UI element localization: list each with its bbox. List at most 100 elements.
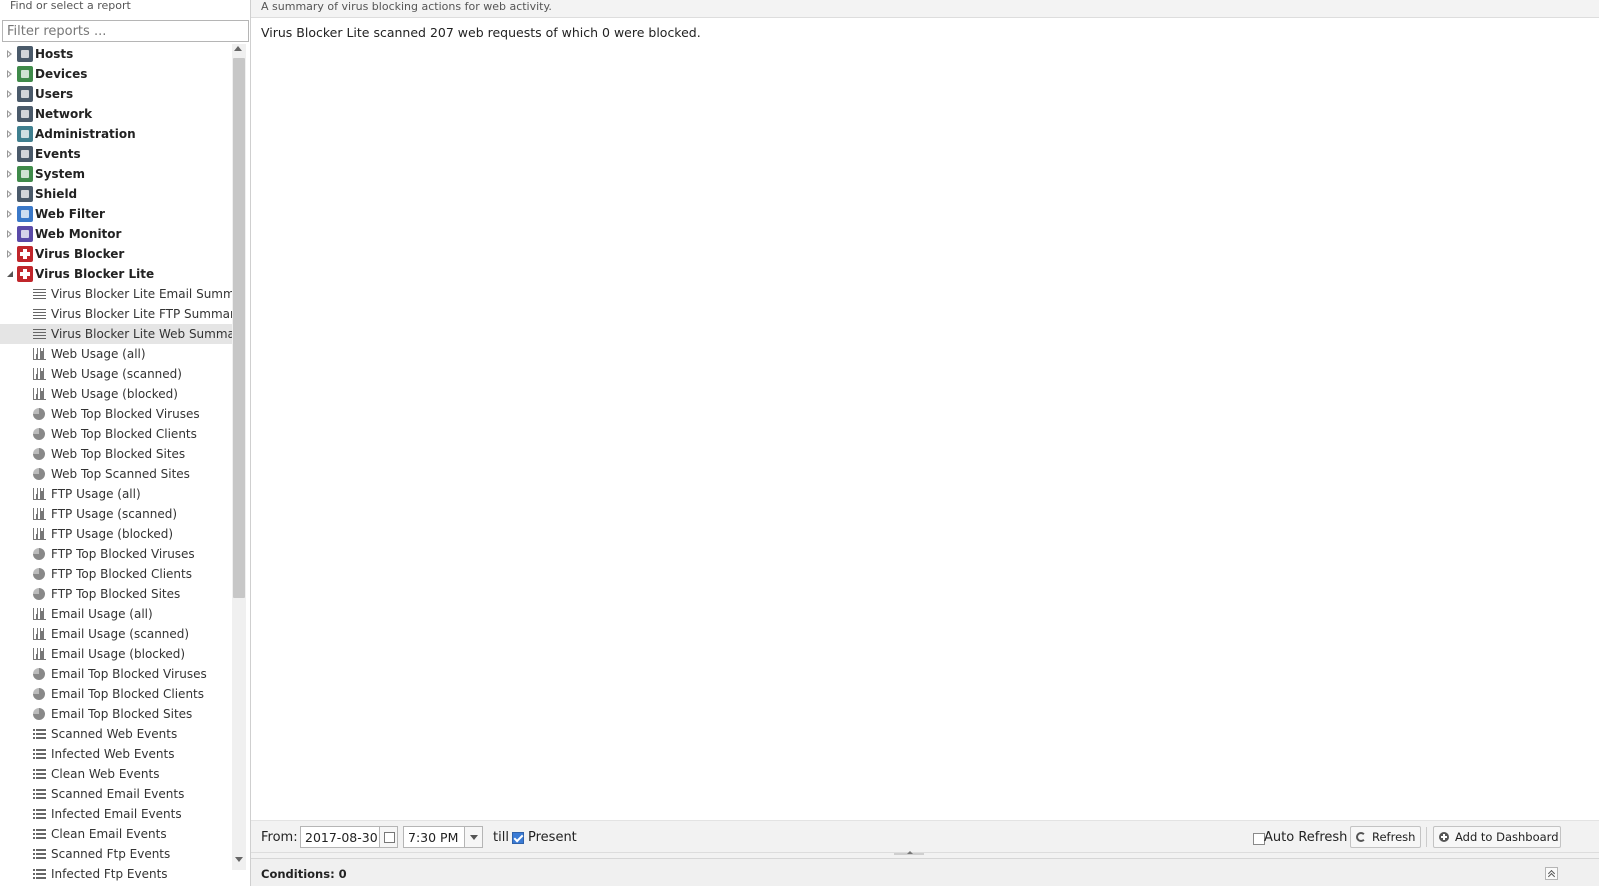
tree-report-item[interactable]: Scanned Web Events xyxy=(0,724,236,744)
tree-category-label: Users xyxy=(35,87,74,101)
tree-report-item[interactable]: Email Top Blocked Clients xyxy=(0,684,236,704)
collapsed-arrow-icon[interactable] xyxy=(5,224,15,244)
collapsed-arrow-icon[interactable] xyxy=(5,104,15,124)
tree-report-item[interactable]: Email Top Blocked Viruses xyxy=(0,664,236,684)
tree-category-virus-blocker[interactable]: Virus Blocker xyxy=(0,244,236,264)
tree-report-label: Email Top Blocked Viruses xyxy=(51,667,207,681)
tree-category-label: Events xyxy=(35,147,81,161)
collapsed-arrow-icon[interactable] xyxy=(5,184,15,204)
tree-report-item[interactable]: Infected Web Events xyxy=(0,744,236,764)
tree-category-shield[interactable]: Shield xyxy=(0,184,236,204)
collapsed-arrow-icon[interactable] xyxy=(5,84,15,104)
tree-report-label: Email Top Blocked Sites xyxy=(51,707,193,721)
collapsed-arrow-icon[interactable] xyxy=(5,204,15,224)
tree-report-item[interactable]: FTP Usage (blocked) xyxy=(0,524,236,544)
tree-report-item[interactable]: FTP Top Blocked Sites xyxy=(0,584,236,604)
tree-report-item[interactable]: Scanned Email Events xyxy=(0,784,236,804)
system-icon xyxy=(17,166,33,182)
tree-category-users[interactable]: Users xyxy=(0,84,236,104)
bar-chart-icon xyxy=(33,368,46,380)
bar-chart-icon xyxy=(33,528,46,540)
scroll-up-arrow-icon[interactable] xyxy=(234,46,242,51)
tree-report-item[interactable]: FTP Top Blocked Viruses xyxy=(0,544,236,564)
pie-chart-icon xyxy=(33,468,45,480)
tree-report-label: Scanned Email Events xyxy=(51,787,185,801)
refresh-button[interactable]: Refresh xyxy=(1350,826,1421,848)
add-to-dashboard-label: Add to Dashboard xyxy=(1455,830,1559,844)
text-report-icon xyxy=(33,289,46,299)
tree-report-item[interactable]: Virus Blocker Lite Email Summary xyxy=(0,284,236,304)
add-circle-icon xyxy=(1439,832,1449,842)
auto-refresh-label[interactable]: Auto Refresh xyxy=(1264,830,1347,845)
from-date-field[interactable]: 2017-08-30 xyxy=(300,826,398,848)
tree-report-item[interactable]: Infected Ftp Events xyxy=(0,864,236,884)
tree-category-administration[interactable]: Administration xyxy=(0,124,236,144)
tree-report-item[interactable]: FTP Usage (all) xyxy=(0,484,236,504)
pie-chart-icon xyxy=(33,668,45,680)
expand-panel-icon[interactable] xyxy=(1545,867,1558,880)
tree-category-system[interactable]: System xyxy=(0,164,236,184)
collapsed-arrow-icon[interactable] xyxy=(5,164,15,184)
filter-reports-input[interactable] xyxy=(2,20,249,42)
tree-report-item[interactable]: Virus Blocker Lite FTP Summary xyxy=(0,304,236,324)
tree-report-label: Web Usage (scanned) xyxy=(51,367,182,381)
sidebar-scrollbar[interactable] xyxy=(232,44,246,870)
tree-report-item[interactable]: Email Usage (blocked) xyxy=(0,644,236,664)
from-time-field[interactable]: 7:30 PM xyxy=(403,826,483,848)
tree-report-item[interactable]: Web Top Blocked Sites xyxy=(0,444,236,464)
tree-report-item[interactable]: Email Usage (scanned) xyxy=(0,624,236,644)
scroll-down-arrow-icon[interactable] xyxy=(235,857,243,862)
tree-report-item[interactable]: Web Top Scanned Sites xyxy=(0,464,236,484)
tree-report-item[interactable]: Virus Blocker Lite Web Summary xyxy=(0,324,236,344)
tree-report-item[interactable]: Web Usage (all) xyxy=(0,344,236,364)
pie-chart-icon xyxy=(33,428,45,440)
web-monitor-icon xyxy=(17,226,33,242)
collapsed-arrow-icon[interactable] xyxy=(5,64,15,84)
tree-category-hosts[interactable]: Hosts xyxy=(0,44,236,64)
bar-chart-icon xyxy=(33,608,46,620)
report-summary-text: Virus Blocker Lite scanned 207 web reque… xyxy=(261,25,701,40)
present-label[interactable]: Present xyxy=(528,830,577,845)
splitter-grip-icon[interactable] xyxy=(894,851,924,855)
tree-report-item[interactable]: FTP Top Blocked Clients xyxy=(0,564,236,584)
chevron-down-icon[interactable] xyxy=(464,827,482,847)
add-to-dashboard-button[interactable]: Add to Dashboard xyxy=(1433,826,1561,848)
till-label: till xyxy=(493,830,509,845)
tree-category-events[interactable]: Events xyxy=(0,144,236,164)
event-list-icon xyxy=(33,809,46,819)
pie-chart-icon xyxy=(33,408,45,420)
virus-blocker-lite-icon xyxy=(17,266,33,282)
tree-category-network[interactable]: Network xyxy=(0,104,236,124)
expanded-arrow-icon[interactable] xyxy=(5,264,15,284)
tree-report-item[interactable]: Web Usage (blocked) xyxy=(0,384,236,404)
tree-report-item[interactable]: Scanned Ftp Events xyxy=(0,844,236,864)
tree-report-item[interactable]: Clean Email Events xyxy=(0,824,236,844)
tree-category-label: Administration xyxy=(35,127,136,141)
tree-category-web-filter[interactable]: Web Filter xyxy=(0,204,236,224)
collapsed-arrow-icon[interactable] xyxy=(5,124,15,144)
scroll-thumb[interactable] xyxy=(233,58,245,598)
tree-category-label: Web Filter xyxy=(35,207,105,221)
tree-report-item[interactable]: Web Usage (scanned) xyxy=(0,364,236,384)
tree-report-item[interactable]: Email Usage (all) xyxy=(0,604,236,624)
tree-report-item[interactable]: Email Top Blocked Sites xyxy=(0,704,236,724)
tree-category-devices[interactable]: Devices xyxy=(0,64,236,84)
collapsed-arrow-icon[interactable] xyxy=(5,244,15,264)
tree-report-item[interactable]: FTP Usage (scanned) xyxy=(0,504,236,524)
from-label: From: xyxy=(261,830,298,845)
tree-report-item[interactable]: Infected Email Events xyxy=(0,804,236,824)
collapsed-arrow-icon[interactable] xyxy=(5,144,15,164)
collapsed-arrow-icon[interactable] xyxy=(5,44,15,64)
tree-report-label: Infected Ftp Events xyxy=(51,867,168,881)
calendar-icon[interactable] xyxy=(379,827,397,847)
tree-report-item[interactable]: Clean Web Events xyxy=(0,764,236,784)
present-checkbox[interactable] xyxy=(512,832,524,844)
administration-icon xyxy=(17,126,33,142)
bar-chart-icon xyxy=(33,628,46,640)
tree-report-label: Virus Blocker Lite Web Summary xyxy=(51,327,236,341)
tree-category-web-monitor[interactable]: Web Monitor xyxy=(0,224,236,244)
tree-report-item[interactable]: Web Top Blocked Clients xyxy=(0,424,236,444)
tree-category-virus-blocker-lite[interactable]: Virus Blocker Lite xyxy=(0,264,236,284)
tree-report-item[interactable]: Web Top Blocked Viruses xyxy=(0,404,236,424)
time-range-toolbar: From: 2017-08-30 7:30 PM till Present Au… xyxy=(251,820,1599,852)
